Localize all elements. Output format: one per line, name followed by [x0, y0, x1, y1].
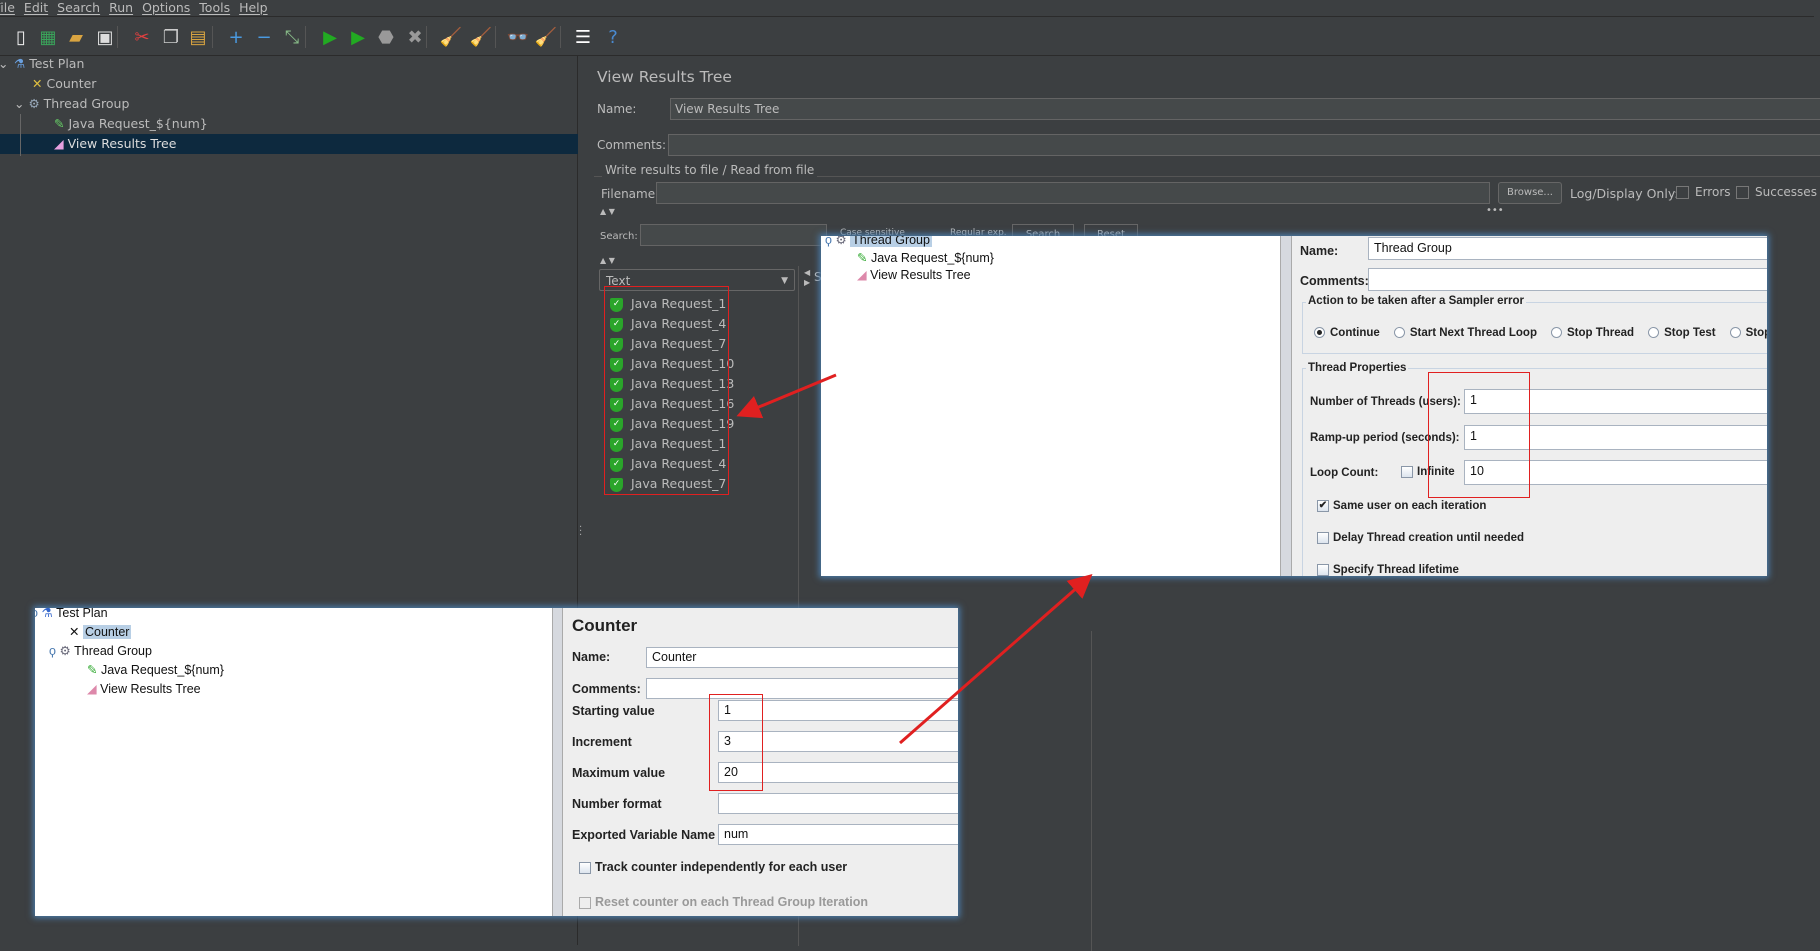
annotation-arrows: [736, 373, 1093, 745]
arrow-to-results: [736, 373, 837, 419]
arrow-to-thread-group: [899, 574, 1093, 745]
